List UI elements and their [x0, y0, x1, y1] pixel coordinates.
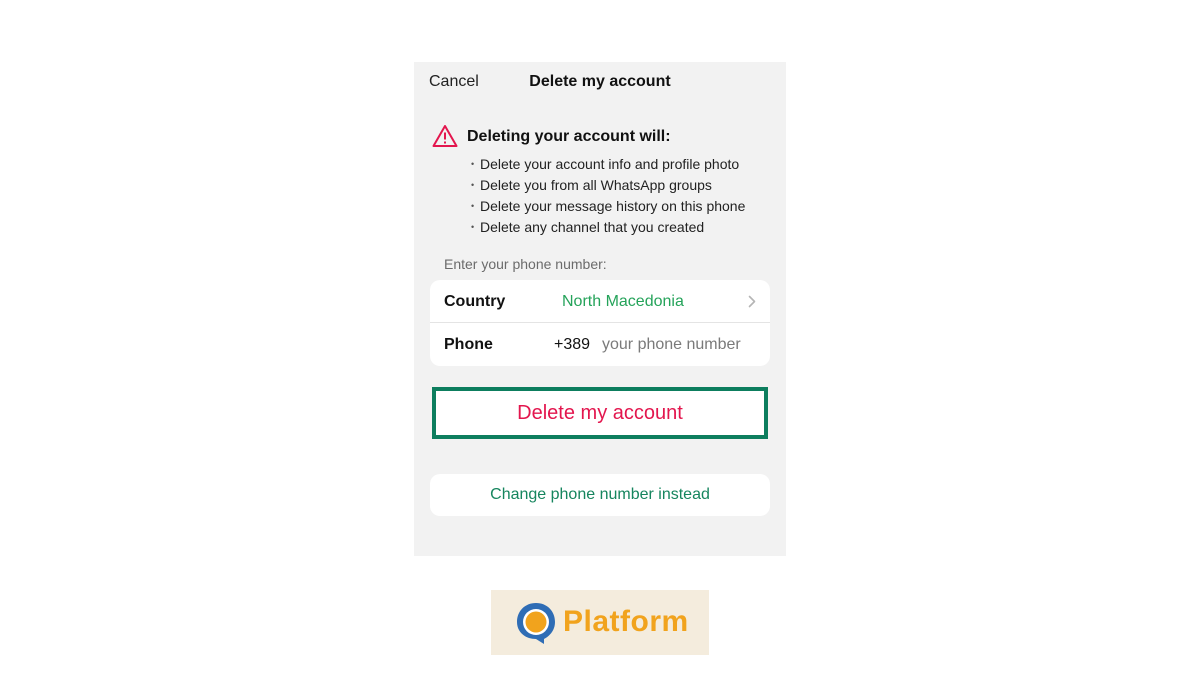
warning-title: Deleting your account will:	[467, 128, 671, 145]
country-selector[interactable]: Country North Macedonia	[430, 280, 770, 323]
delete-account-button[interactable]: Delete my account	[432, 387, 768, 439]
delete-account-screen: Cancel Delete my account Deleting your a…	[414, 62, 786, 556]
country-value: North Macedonia	[562, 293, 684, 310]
country-label: Country	[444, 293, 506, 310]
phone-row: Phone +389	[430, 323, 770, 366]
phone-form-card: Country North Macedonia Phone +389	[430, 280, 770, 366]
platform-logo-mark-icon	[517, 603, 555, 644]
country-code: +389	[554, 336, 591, 353]
consequences-list: Delete your account info and profile pho…	[471, 154, 745, 238]
list-item: Delete your message history on this phon…	[471, 196, 745, 217]
page-title: Delete my account	[529, 73, 671, 90]
navigation-bar: Cancel Delete my account	[414, 62, 786, 102]
platform-logo: Platform	[491, 590, 709, 655]
warning-triangle-icon	[432, 125, 458, 147]
change-phone-number-button[interactable]: Change phone number instead	[430, 474, 770, 516]
platform-logo-text: Platform	[563, 605, 689, 638]
phone-label: Phone	[444, 336, 493, 353]
list-item: Delete any channel that you created	[471, 217, 745, 238]
phone-section-label: Enter your phone number:	[444, 256, 607, 272]
change-phone-number-label: Change phone number instead	[490, 486, 710, 503]
list-item: Delete your account info and profile pho…	[471, 154, 745, 175]
phone-number-input[interactable]	[602, 333, 762, 357]
list-item: Delete you from all WhatsApp groups	[471, 175, 745, 196]
chevron-right-icon	[748, 295, 756, 308]
